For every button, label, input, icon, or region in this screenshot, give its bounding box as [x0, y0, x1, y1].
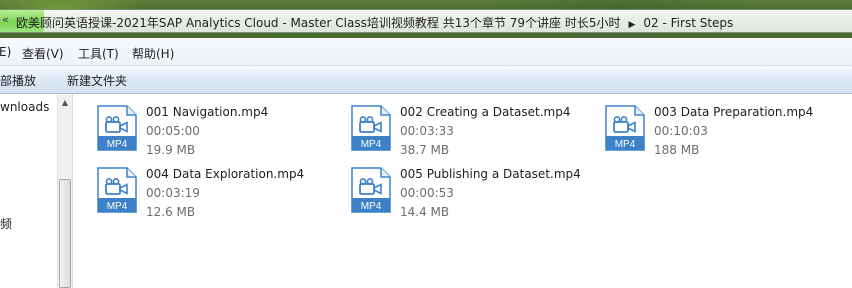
file-size: 188 MB: [654, 143, 700, 157]
new-folder-button[interactable]: 新建文件夹: [67, 72, 127, 89]
file-duration: 00:10:03: [654, 124, 708, 138]
svg-text:MP4: MP4: [361, 201, 382, 212]
file-name: 003 Data Preparation.mp4: [654, 105, 814, 119]
back-chevron-icon[interactable]: «: [2, 13, 9, 26]
svg-text:MP4: MP4: [615, 139, 636, 150]
file-name: 005 Publishing a Dataset.mp4: [400, 167, 581, 181]
nav-scrollbar[interactable]: ▲: [57, 94, 72, 288]
play-all-button[interactable]: 部播放: [0, 72, 36, 89]
file-duration: 00:00:53: [400, 186, 454, 200]
address-bar: « 欧美顾问英语授课-2021年SAP Analytics Cloud - Ma…: [0, 0, 852, 38]
menu-tools[interactable]: 工具(T): [78, 45, 119, 62]
video-file-icon: MP4: [351, 105, 391, 151]
video-file-icon: MP4: [351, 167, 391, 213]
svg-text:MP4: MP4: [107, 201, 128, 212]
menu-edit[interactable]: E): [0, 45, 11, 59]
file-duration: 00:05:00: [146, 124, 200, 138]
video-file-icon: MP4: [97, 105, 137, 151]
file-size: 14.4 MB: [400, 205, 450, 219]
command-bar: 部播放 新建文件夹: [0, 66, 852, 94]
file-item[interactable]: MP4 001 Navigation.mp4 00:05:00 19.9 MB: [73, 94, 323, 157]
breadcrumb-segment-course[interactable]: 欧美顾问英语授课-2021年SAP Analytics Cloud - Mast…: [16, 16, 621, 30]
nav-scrollbar-thumb[interactable]: [59, 179, 71, 288]
file-list: MP4 001 Navigation.mp4 00:05:00 19.9 MB …: [73, 94, 852, 288]
file-size: 12.6 MB: [146, 205, 196, 219]
file-duration: 00:03:33: [400, 124, 454, 138]
file-item[interactable]: MP4 005 Publishing a Dataset.mp4 00:00:5…: [327, 156, 581, 219]
svg-text:MP4: MP4: [361, 139, 382, 150]
file-name: 001 Navigation.mp4: [146, 105, 269, 119]
breadcrumb[interactable]: « 欧美顾问英语授课-2021年SAP Analytics Cloud - Ma…: [0, 9, 852, 33]
svg-text:MP4: MP4: [107, 139, 128, 150]
breadcrumb-separator-icon[interactable]: ▶: [629, 20, 636, 30]
scroll-up-arrow-icon[interactable]: ▲: [58, 96, 72, 110]
menu-bar: E) 查看(V) 工具(T) 帮助(H): [0, 38, 852, 66]
file-name: 004 Data Exploration.mp4: [146, 167, 305, 181]
file-name: 002 Creating a Dataset.mp4: [400, 105, 571, 119]
menu-view[interactable]: 查看(V): [22, 45, 64, 62]
breadcrumb-segment-folder[interactable]: 02 - First Steps: [643, 16, 733, 30]
file-item[interactable]: MP4 002 Creating a Dataset.mp4 00:03:33 …: [327, 94, 577, 157]
nav-item-downloads[interactable]: wnloads: [0, 100, 49, 114]
menu-help[interactable]: 帮助(H): [132, 45, 174, 62]
file-item[interactable]: MP4 004 Data Exploration.mp4 00:03:19 12…: [73, 156, 323, 219]
video-file-icon: MP4: [605, 105, 645, 151]
file-size: 19.9 MB: [146, 143, 196, 157]
file-item[interactable]: MP4 003 Data Preparation.mp4 00:10:03 18…: [581, 94, 831, 157]
file-size: 38.7 MB: [400, 143, 450, 157]
breadcrumb-path[interactable]: 欧美顾问英语授课-2021年SAP Analytics Cloud - Mast…: [16, 14, 733, 31]
nav-item-videos[interactable]: 频: [0, 215, 12, 232]
file-duration: 00:03:19: [146, 186, 200, 200]
video-file-icon: MP4: [97, 167, 137, 213]
navigation-pane: wnloads 频 ▲: [0, 94, 73, 288]
